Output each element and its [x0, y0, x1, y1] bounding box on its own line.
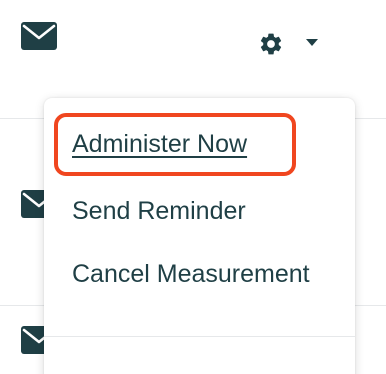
- menu-divider: [44, 336, 355, 337]
- action-dropdown-menu: Administer Now Send Reminder Cancel Meas…: [44, 98, 355, 374]
- envelope-icon: [21, 22, 57, 50]
- menu-item-cancel-measurement[interactable]: Cancel Measurement: [72, 259, 310, 289]
- gear-icon[interactable]: [256, 30, 286, 58]
- caret-down-icon[interactable]: [303, 35, 321, 51]
- menu-item-send-reminder[interactable]: Send Reminder: [72, 196, 246, 226]
- menu-item-administer-now[interactable]: Administer Now: [72, 129, 247, 159]
- measurement-list: Administer Now Send Reminder Cancel Meas…: [0, 0, 386, 374]
